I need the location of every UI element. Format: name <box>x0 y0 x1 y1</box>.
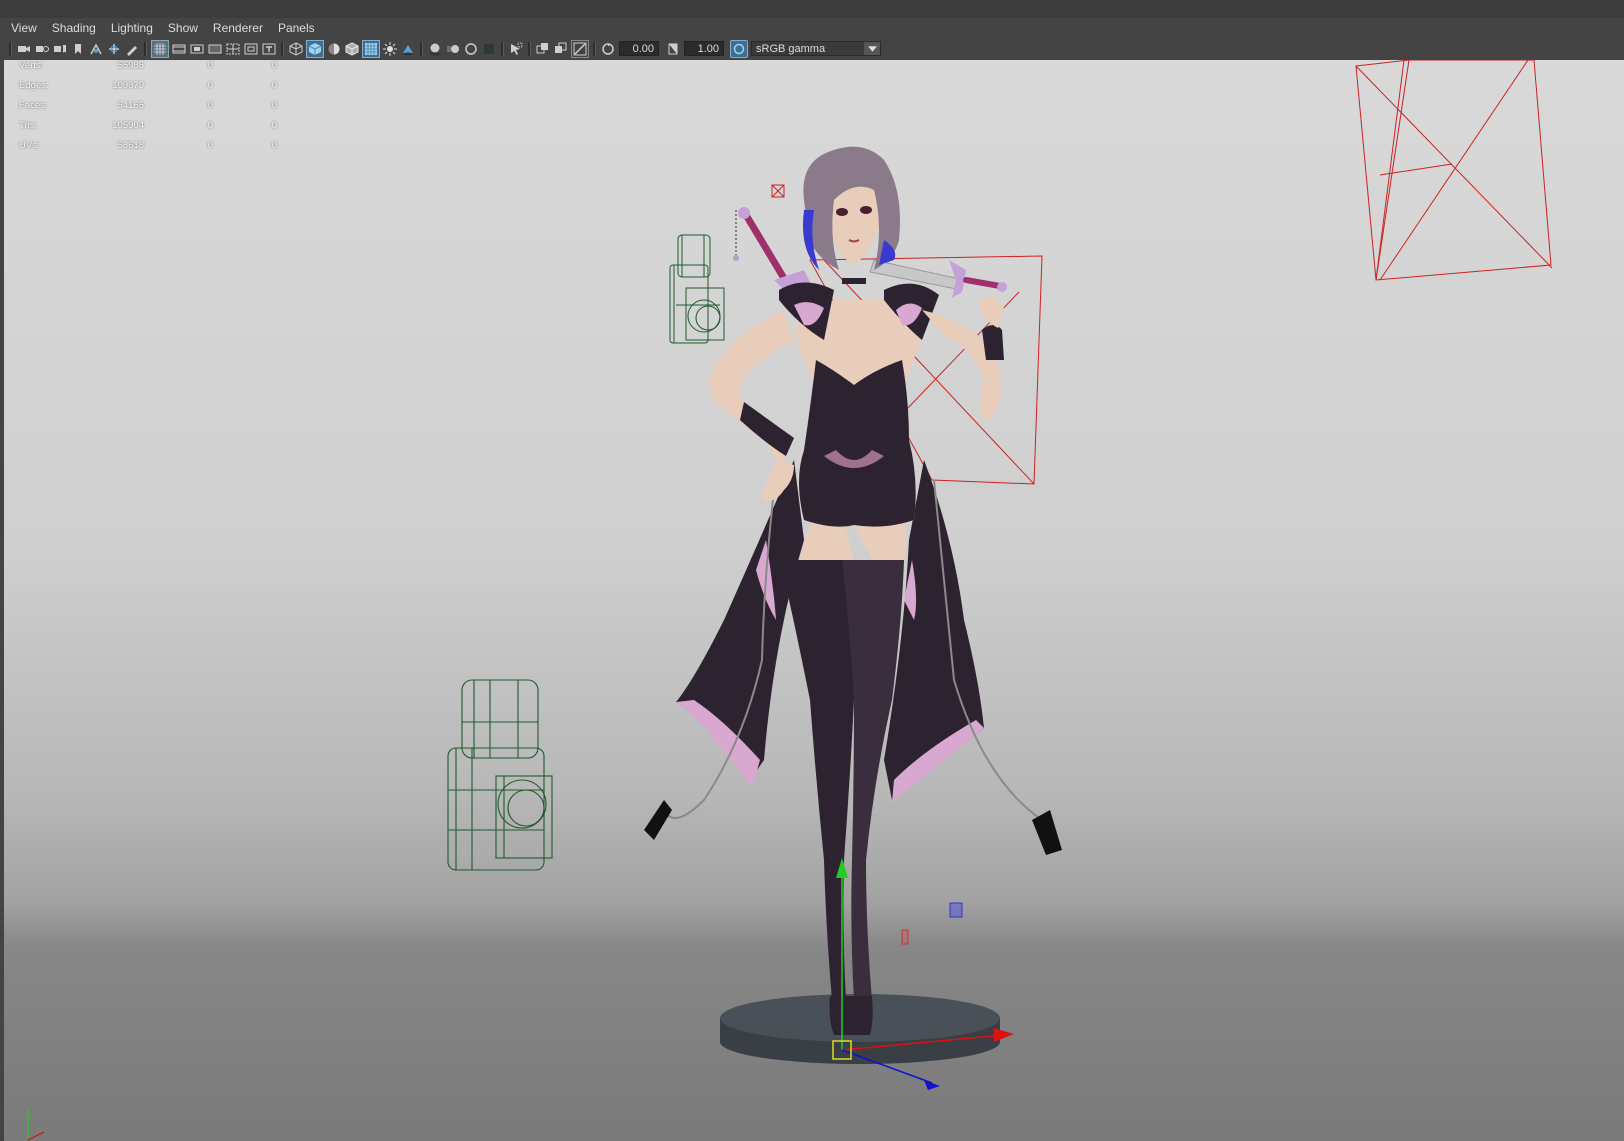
hud-label: Edges: <box>19 80 49 91</box>
menu-shading[interactable]: Shading <box>52 21 96 35</box>
wireframe-on-shaded-icon[interactable] <box>344 41 360 57</box>
charm <box>733 255 739 261</box>
wireframe-icon[interactable] <box>288 41 304 57</box>
hud-value: 0 <box>207 120 213 131</box>
smooth-shade-icon[interactable] <box>306 39 324 58</box>
hud-value: 0 <box>207 140 213 151</box>
resolution-gate-icon[interactable] <box>189 41 205 57</box>
hud-row-edges: Edges: 109879 0 0 <box>19 80 279 100</box>
gate-mask-icon[interactable] <box>207 41 223 57</box>
exposure-icon[interactable] <box>600 41 616 57</box>
shadows-icon[interactable] <box>400 41 416 57</box>
area-light-wireframe[interactable] <box>669 234 725 344</box>
gamma-field[interactable]: 1.00 <box>684 41 724 56</box>
hud-value: 0 <box>207 80 213 91</box>
grease-pencil-icon[interactable] <box>124 41 140 57</box>
menu-view[interactable]: View <box>11 21 37 35</box>
toolbar-separator <box>501 41 504 56</box>
hud-label: Tris: <box>19 120 38 131</box>
bookmark-icon[interactable] <box>70 41 86 57</box>
film-gate-icon[interactable] <box>171 41 187 57</box>
hud-value: 0 <box>271 140 277 151</box>
hud-label: UVs: <box>19 140 40 151</box>
default-material-icon[interactable] <box>326 41 342 57</box>
exposure-field[interactable]: 0.00 <box>619 41 659 56</box>
menu-renderer[interactable]: Renderer <box>213 21 263 35</box>
2d-pan-zoom-icon[interactable] <box>106 41 122 57</box>
view-axis-indicator <box>27 1108 45 1141</box>
hud-value: 0 <box>271 100 277 111</box>
hud-value: 0 <box>271 120 277 131</box>
lights-icon[interactable] <box>382 41 398 57</box>
top-title-strip <box>0 0 1624 19</box>
hud-value: 105904 <box>112 120 144 131</box>
hud-value: 55985 <box>117 60 144 71</box>
arm-right[interactable] <box>922 297 1004 420</box>
chevron-down-icon[interactable] <box>864 42 880 55</box>
field-chart-icon[interactable] <box>225 41 241 57</box>
locator-icon[interactable] <box>771 184 785 198</box>
hud-value: 0 <box>207 100 213 111</box>
3d-viewport[interactable]: Verts: 55985 0 0 Edges: 109879 0 0 Faces… <box>4 60 1624 1141</box>
poly-count-hud: Verts: 55985 0 0 Edges: 109879 0 0 Faces… <box>19 60 279 160</box>
view-transform-dropdown[interactable]: sRGB gamma <box>751 41 881 56</box>
view-transform-value: sRGB gamma <box>756 43 826 55</box>
head[interactable] <box>803 146 900 270</box>
hud-value: 109879 <box>112 80 144 91</box>
camera-icon[interactable] <box>16 41 32 57</box>
multisample-aa-icon[interactable] <box>463 41 479 57</box>
torso[interactable] <box>779 278 939 527</box>
scene-graphics <box>27 60 1553 1141</box>
toolbar-separator <box>593 41 596 56</box>
screen-space-ao-icon[interactable] <box>427 41 443 57</box>
hud-value: 0 <box>207 60 213 71</box>
toolbar-separator <box>9 41 12 56</box>
camera-attributes-icon[interactable] <box>34 41 50 57</box>
depth-of-field-icon[interactable] <box>481 41 497 57</box>
hud-row-faces: Faces: 54165 0 0 <box>19 100 279 120</box>
hud-label: Verts: <box>19 60 44 71</box>
toolbar-separator <box>528 41 531 56</box>
isolate-select-icon[interactable] <box>508 41 524 57</box>
model-panel: View Shading Lighting Show Renderer Pane… <box>0 18 1624 1141</box>
gamma-icon[interactable] <box>665 41 681 57</box>
hud-value: 0 <box>271 80 277 91</box>
whip-right <box>933 479 1043 821</box>
menu-lighting[interactable]: Lighting <box>111 21 153 35</box>
camera-frustum-large[interactable] <box>1355 60 1553 281</box>
toolbar-separator <box>144 41 147 56</box>
panel-menubar: View Shading Lighting Show Renderer Pane… <box>0 18 1624 38</box>
hud-row-tris: Tris: 105904 0 0 <box>19 120 279 140</box>
grid-icon[interactable] <box>151 39 169 58</box>
xray-active-components-icon[interactable] <box>553 41 569 57</box>
safe-title-icon[interactable] <box>261 41 277 57</box>
hud-row-uvs: UVs: 58618 0 0 <box>19 140 279 160</box>
camera-bookmark-icon[interactable] <box>52 41 68 57</box>
textured-icon[interactable] <box>362 39 380 58</box>
xray-icon[interactable] <box>535 41 551 57</box>
hud-row-verts: Verts: 55985 0 0 <box>19 60 279 80</box>
hud-value: 54165 <box>117 100 144 111</box>
menu-panels[interactable]: Panels <box>278 21 315 35</box>
toolbar-separator <box>281 41 284 56</box>
menu-show[interactable]: Show <box>168 21 198 35</box>
whip-tip-left <box>644 800 672 840</box>
xray-joints-icon[interactable] <box>571 39 589 58</box>
spot-light-wireframe[interactable] <box>447 679 553 871</box>
color-management-icon[interactable] <box>730 39 748 58</box>
hud-value: 0 <box>271 60 277 71</box>
safe-action-icon[interactable] <box>243 41 259 57</box>
hud-label: Faces: <box>19 100 48 111</box>
hud-value: 58618 <box>117 140 144 151</box>
panel-toolbar: 0.00 1.00 sRGB gamma <box>0 38 1624 59</box>
image-plane-icon[interactable] <box>88 41 104 57</box>
motion-blur-icon[interactable] <box>445 41 461 57</box>
toolbar-separator <box>420 41 423 56</box>
arm-left[interactable] <box>710 310 794 502</box>
